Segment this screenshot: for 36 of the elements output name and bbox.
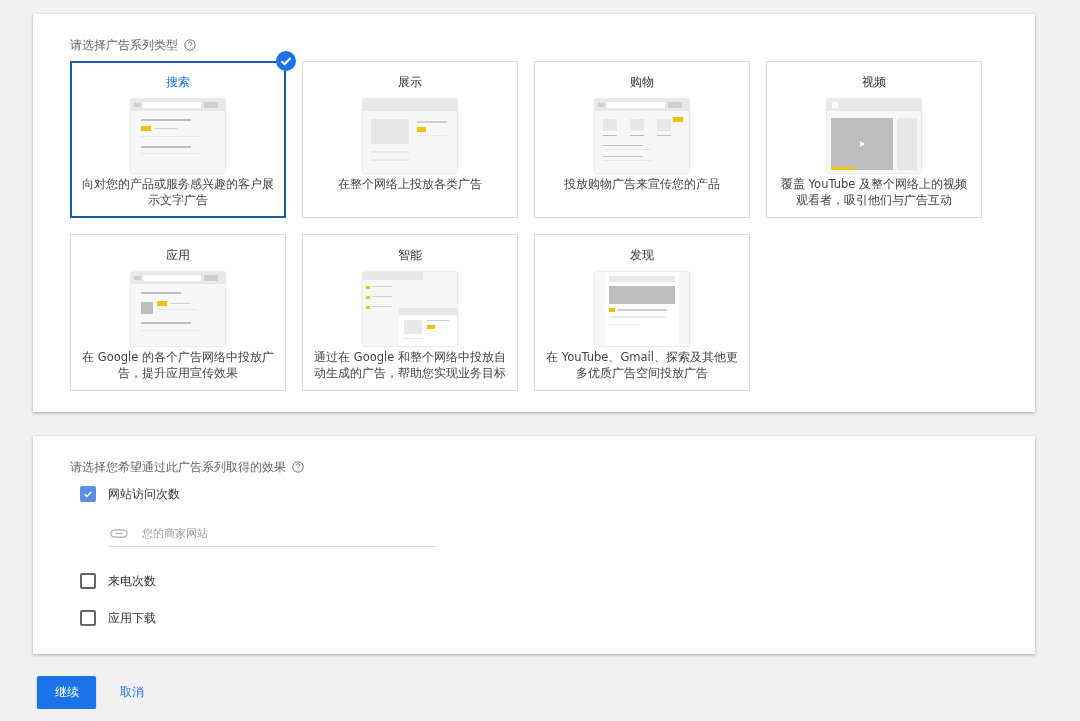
tile-description: 在 Google 的各个广告网络中投放广告，提升应用宣传效果 <box>81 349 275 381</box>
tile-title: 视频 <box>862 74 886 90</box>
tile-title: 应用 <box>166 247 190 263</box>
option-label: 应用下载 <box>108 609 156 627</box>
tile-title: 搜索 <box>166 74 190 90</box>
option-label: 来电次数 <box>108 572 156 590</box>
tile-description: 在整个网络上投放各类广告 <box>338 176 482 192</box>
help-icon[interactable] <box>292 461 304 473</box>
check-badge-icon <box>276 51 296 71</box>
tile-title: 发现 <box>630 247 654 263</box>
tile-description: 通过在 Google 和整个网络中投放自动生成的广告，帮助您实现业务目标 <box>313 349 507 381</box>
campaign-type-tile[interactable]: 视频 覆盖 YouTube 及整个网络上的视频观看者，吸引他们与广告互动 <box>766 61 982 218</box>
section-title: 请选择您希望通过此广告系列取得的效果 <box>70 458 286 476</box>
checkbox[interactable] <box>80 610 96 626</box>
campaign-type-tile[interactable]: 展示 在整个网络上投放各类广告 <box>302 61 518 218</box>
link-icon <box>110 528 128 538</box>
tile-title: 智能 <box>398 247 422 263</box>
campaign-type-tile[interactable]: 智能 通过在 Google 和整个网络中投放自动生成的广告，帮助您实现业务目标 <box>302 234 518 391</box>
tile-title: 展示 <box>398 74 422 90</box>
tile-description: 投放购物广告来宣传您的产品 <box>564 176 720 192</box>
tile-title: 购物 <box>630 74 654 90</box>
help-icon[interactable] <box>184 39 196 51</box>
continue-button[interactable]: 继续 <box>37 676 96 709</box>
checkbox[interactable] <box>80 573 96 589</box>
checkbox[interactable] <box>80 486 96 502</box>
website-input-field[interactable]: 您的商家网站 <box>142 526 437 540</box>
campaign-type-tile[interactable]: 发现 在 YouTube、Gmail、探索及其他更多优质广告空间投放广告 <box>534 234 750 391</box>
cancel-button[interactable]: 取消 <box>120 678 144 707</box>
campaign-type-tile[interactable]: 应用 在 Google 的各个广告网络中投放广告，提升应用宣传效果 <box>70 234 286 391</box>
section-title: 请选择广告系列类型 <box>70 36 178 54</box>
tile-description: 在 YouTube、Gmail、探索及其他更多优质广告空间投放广告 <box>545 349 739 381</box>
tile-description: 向对您的产品或服务感兴趣的客户展示文字广告 <box>81 176 275 208</box>
campaign-type-tile[interactable]: 搜索 向对您的产品或服务感兴趣的客户展示文字广告 <box>70 61 286 218</box>
option-label: 网站访问次数 <box>108 485 180 503</box>
campaign-type-tile[interactable]: 购物 投放购物广告来宣传您的产品 <box>534 61 750 218</box>
tile-description: 覆盖 YouTube 及整个网络上的视频观看者，吸引他们与广告互动 <box>779 176 969 208</box>
